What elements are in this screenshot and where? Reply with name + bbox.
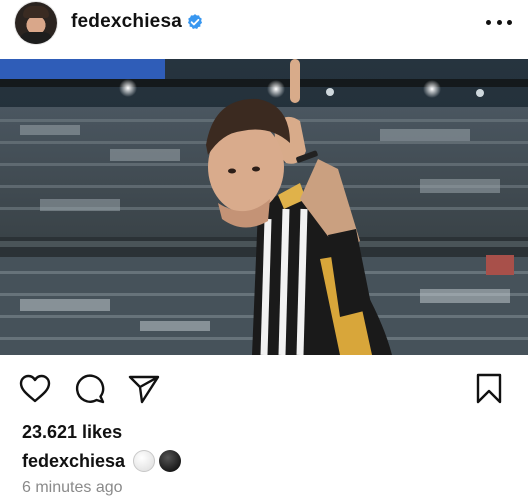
likes-count[interactable]: 23.621 likes [22,422,122,443]
more-options-icon[interactable] [486,12,512,32]
post-photo-illustration [0,59,528,355]
avatar-hair [23,6,49,18]
comment-icon[interactable] [73,372,107,406]
avatar-shirt [19,32,53,44]
post-header: fedexchiesa [0,0,528,58]
action-bar [0,372,528,406]
avatar[interactable] [15,2,57,44]
caption: fedexchiesa [22,450,182,472]
send-icon[interactable] [127,372,161,406]
post-timestamp: 6 minutes ago [22,479,123,496]
verified-badge-icon [187,14,203,29]
heart-icon[interactable] [18,372,52,406]
bookmark-icon[interactable] [472,372,506,406]
more-dot [507,19,512,25]
more-dot [496,19,502,25]
post-photo[interactable] [0,59,528,355]
white-circle-emoji [133,450,156,472]
post-username[interactable]: fedexchiesa [71,11,182,33]
black-circle-emoji [159,450,182,472]
more-dot [486,19,491,25]
caption-username[interactable]: fedexchiesa [22,451,125,472]
